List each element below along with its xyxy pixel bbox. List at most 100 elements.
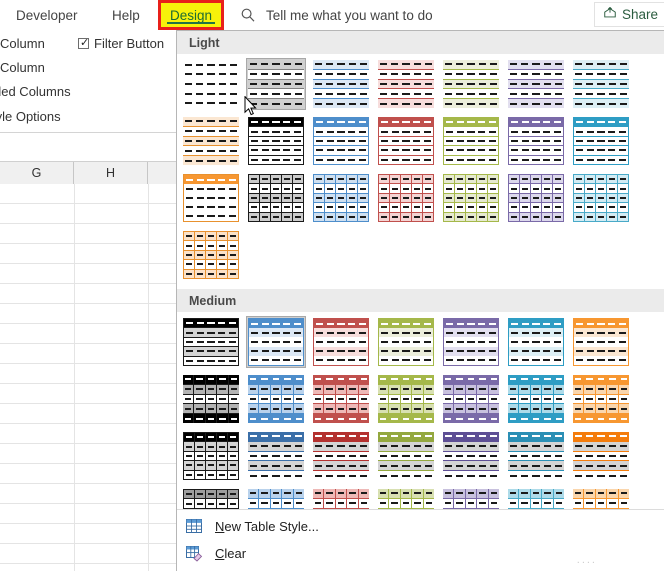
worksheet-row[interactable]	[0, 364, 176, 384]
table-style-thumbnail[interactable]	[376, 316, 436, 368]
worksheet-row[interactable]	[0, 524, 176, 544]
option-first-column-label[interactable]: Column	[0, 36, 45, 51]
preview-text-dash	[608, 187, 616, 190]
checkbox-box[interactable]: ✓	[78, 37, 89, 49]
preview-cell	[195, 250, 206, 260]
table-style-thumbnail[interactable]	[571, 58, 631, 110]
table-style-thumbnail[interactable]	[571, 115, 631, 167]
table-style-thumbnail[interactable]	[181, 172, 241, 224]
table-style-thumbnail[interactable]	[506, 172, 566, 224]
table-style-thumbnail[interactable]	[181, 115, 241, 167]
tab-help[interactable]: Help	[104, 0, 148, 30]
preview-cell	[412, 193, 423, 203]
table-style-thumbnail[interactable]	[506, 58, 566, 110]
worksheet-row[interactable]	[0, 464, 176, 484]
preview-text-dash	[620, 407, 628, 410]
preview-cell	[596, 184, 607, 193]
tab-developer[interactable]: Developer	[8, 0, 86, 30]
preview-text-dash	[532, 502, 540, 505]
table-style-thumbnail[interactable]	[181, 316, 241, 368]
table-style-thumbnail[interactable]	[181, 430, 241, 482]
table-style-thumbnail[interactable]	[571, 172, 631, 224]
table-style-thumbnail[interactable]	[246, 373, 306, 425]
tab-design[interactable]: Design	[158, 0, 224, 30]
worksheet-row[interactable]	[0, 404, 176, 424]
clear-menu-item[interactable]: Clear	[185, 541, 485, 565]
resize-grip[interactable]: ....	[577, 554, 597, 566]
worksheet-row[interactable]	[0, 184, 176, 204]
table-style-thumbnail[interactable]	[246, 115, 306, 167]
table-style-thumbnail[interactable]	[311, 58, 371, 110]
worksheet-row[interactable]	[0, 504, 176, 524]
table-style-thumbnail[interactable]	[311, 373, 371, 425]
preview-text-dash	[294, 445, 302, 448]
table-style-thumbnail[interactable]	[311, 430, 371, 482]
table-style-thumbnail[interactable]	[441, 373, 501, 425]
table-style-thumbnail[interactable]	[441, 58, 501, 110]
preview-cell	[618, 213, 628, 221]
preview-text-dash	[489, 435, 497, 438]
table-style-thumbnail[interactable]	[311, 115, 371, 167]
table-style-thumbnail[interactable]	[571, 316, 631, 368]
worksheet-row[interactable]	[0, 304, 176, 324]
preview-cell	[412, 212, 423, 222]
worksheet-row[interactable]	[0, 424, 176, 444]
table-style-thumbnail[interactable]	[441, 430, 501, 482]
worksheet-row[interactable]	[0, 544, 176, 564]
preview-cell	[217, 375, 229, 384]
table-style-thumbnail[interactable]	[571, 373, 631, 425]
table-style-thumbnail[interactable]	[376, 172, 436, 224]
preview-text-dash	[424, 331, 432, 334]
share-button[interactable]: Share	[593, 2, 664, 27]
preview-cell	[206, 269, 217, 279]
worksheet-row[interactable]	[0, 444, 176, 464]
table-style-thumbnail[interactable]	[246, 430, 306, 482]
table-style-thumbnail[interactable]	[506, 115, 566, 167]
preview-cell	[607, 184, 618, 193]
worksheet-row[interactable]	[0, 384, 176, 404]
worksheet-cells[interactable]	[0, 184, 176, 571]
table-style-thumbnail[interactable]	[441, 172, 501, 224]
preview-cell	[574, 212, 585, 222]
worksheet-row[interactable]	[0, 484, 176, 504]
preview-cell	[573, 384, 585, 394]
option-banded-columns-label[interactable]: ded Columns	[0, 84, 71, 99]
worksheet-row[interactable]	[0, 344, 176, 364]
table-style-thumbnail[interactable]	[441, 316, 501, 368]
table-style-thumbnail[interactable]	[376, 58, 436, 110]
table-style-thumbnail[interactable]	[181, 373, 241, 425]
preview-text-dash	[543, 359, 551, 362]
table-style-thumbnail[interactable]	[311, 172, 371, 224]
worksheet-row[interactable]	[0, 224, 176, 244]
table-style-thumbnail[interactable]	[181, 58, 241, 110]
table-style-thumbnail[interactable]	[506, 430, 566, 482]
table-style-thumbnail[interactable]	[506, 373, 566, 425]
table-style-thumbnail[interactable]	[246, 316, 306, 368]
column-header-g[interactable]: G	[0, 162, 74, 184]
table-style-thumbnail[interactable]	[311, 316, 371, 368]
column-header-next[interactable]	[148, 162, 176, 184]
table-style-thumbnail[interactable]	[376, 373, 436, 425]
table-style-thumbnail[interactable]	[246, 172, 306, 224]
worksheet-row[interactable]	[0, 564, 176, 571]
table-style-thumbnail[interactable]	[441, 115, 501, 167]
preview-row	[314, 337, 368, 347]
table-style-thumbnail[interactable]	[376, 115, 436, 167]
tell-me-search[interactable]: Tell me what you want to do	[240, 0, 433, 30]
new-table-style-menu-item[interactable]: New Table Style...	[185, 514, 485, 538]
option-last-column-label[interactable]: Column	[0, 60, 45, 75]
table-style-thumbnail[interactable]	[376, 430, 436, 482]
preview-cell	[519, 394, 531, 404]
column-header-h[interactable]: H	[74, 162, 148, 184]
filter-button-checkbox[interactable]: ✓ Filter Button	[78, 36, 164, 51]
worksheet-row[interactable]	[0, 204, 176, 224]
preview-cell	[228, 499, 238, 507]
table-style-thumbnail[interactable]	[181, 229, 241, 281]
preview-text-dash	[467, 82, 475, 85]
table-style-thumbnail[interactable]	[506, 316, 566, 368]
worksheet-row[interactable]	[0, 324, 176, 344]
worksheet-row[interactable]	[0, 244, 176, 264]
worksheet-row[interactable]	[0, 264, 176, 284]
worksheet-row[interactable]	[0, 284, 176, 304]
table-style-thumbnail[interactable]	[571, 430, 631, 482]
